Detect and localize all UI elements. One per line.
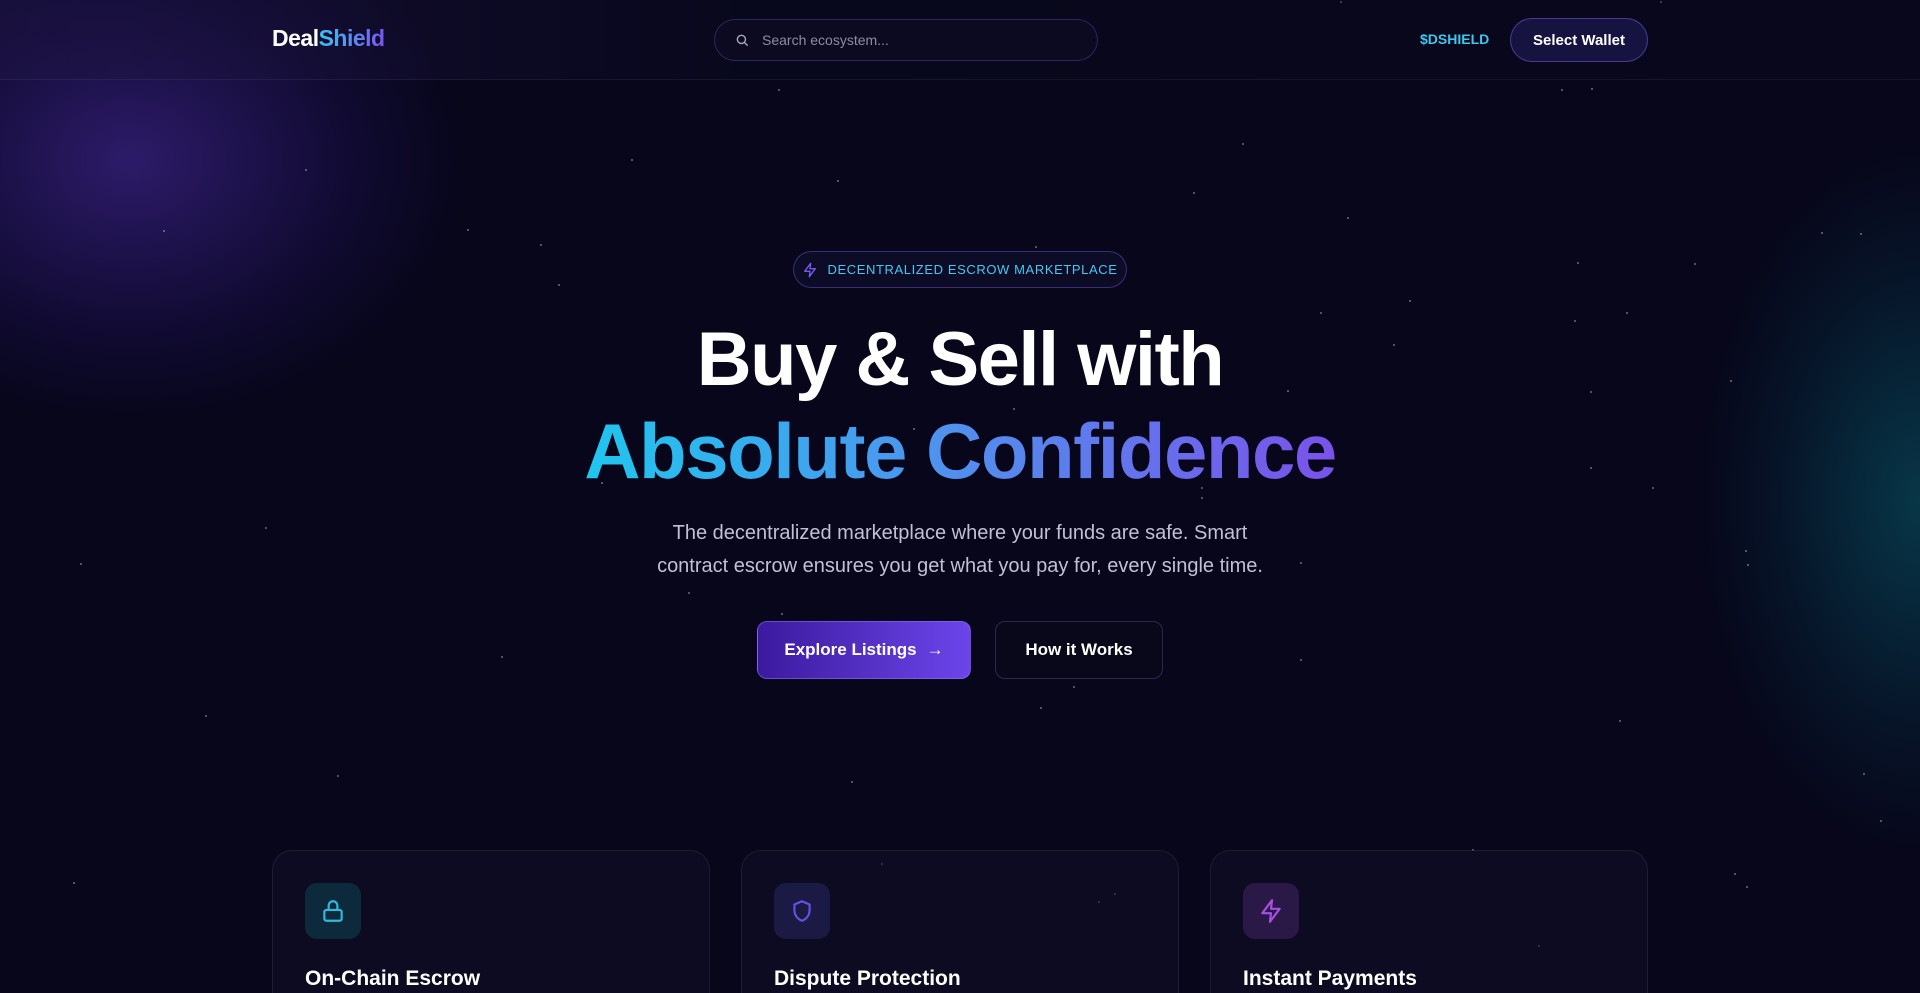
search-icon xyxy=(736,34,748,46)
star xyxy=(631,159,633,161)
star xyxy=(1821,232,1823,234)
star xyxy=(1880,820,1882,822)
star xyxy=(1745,550,1747,552)
star xyxy=(1863,773,1865,775)
how-it-works-button[interactable]: How it Works xyxy=(995,621,1163,679)
token-link[interactable]: $DSHIELD xyxy=(1420,31,1489,47)
star xyxy=(1694,263,1696,265)
explore-listings-label: Explore Listings xyxy=(784,640,917,659)
feature-card-dispute: Dispute Protection xyxy=(741,850,1179,993)
star xyxy=(73,882,75,884)
star xyxy=(558,284,560,286)
star xyxy=(1734,873,1736,875)
hero-title-line2: Absolute Confidence xyxy=(0,406,1920,497)
star xyxy=(467,229,469,231)
select-wallet-button[interactable]: Select Wallet xyxy=(1510,18,1648,62)
star xyxy=(265,527,267,529)
hero-subtitle-line2: contract escrow ensures you get what you… xyxy=(657,555,1263,577)
hero-subtitle-line1: The decentralized marketplace where your… xyxy=(672,522,1248,544)
hero-badge: DECENTRALIZED ESCROW MARKETPLACE xyxy=(793,251,1127,288)
star xyxy=(1242,143,1244,145)
star xyxy=(540,244,542,246)
star xyxy=(1193,192,1195,194)
star xyxy=(205,715,207,717)
star xyxy=(1747,564,1749,566)
feature-icon-box xyxy=(774,883,830,939)
search-bar[interactable] xyxy=(714,19,1098,61)
feature-icon-box xyxy=(305,883,361,939)
star xyxy=(851,781,853,783)
logo[interactable]: DealShield xyxy=(272,25,385,52)
star xyxy=(80,563,82,565)
star xyxy=(305,169,307,171)
star xyxy=(1409,300,1411,302)
star xyxy=(1619,720,1621,722)
star xyxy=(1591,88,1593,90)
logo-text-shield: Shield xyxy=(318,25,386,51)
star xyxy=(1577,262,1579,264)
star xyxy=(837,180,839,182)
hero-title-gradient-text: Absolute Confidence xyxy=(584,407,1337,495)
feature-card-escrow: On-Chain Escrow xyxy=(272,850,710,993)
star xyxy=(337,775,339,777)
star xyxy=(1201,497,1203,499)
star xyxy=(1746,886,1748,888)
lock-icon xyxy=(323,900,343,922)
shield-icon xyxy=(793,900,811,922)
star xyxy=(781,613,783,615)
search-input[interactable] xyxy=(762,32,1062,48)
hero-badge-label: DECENTRALIZED ESCROW MARKETPLACE xyxy=(827,262,1118,277)
star xyxy=(1073,686,1075,688)
star xyxy=(778,89,780,91)
star xyxy=(163,230,165,232)
explore-listings-button[interactable]: Explore Listings → xyxy=(757,621,971,679)
feature-card-payments: Instant Payments xyxy=(1210,850,1648,993)
feature-title: Instant Payments xyxy=(1243,967,1417,990)
feature-icon-box xyxy=(1243,883,1299,939)
lightning-icon xyxy=(804,262,817,277)
arrow-right-icon: → xyxy=(926,640,944,659)
star xyxy=(1040,707,1042,709)
star xyxy=(1347,217,1349,219)
star xyxy=(1860,233,1862,235)
star xyxy=(1561,89,1563,91)
top-navbar: DealShield $DSHIELD Select Wallet xyxy=(0,0,1920,80)
hero-subtitle: The decentralized marketplace where your… xyxy=(610,517,1310,583)
page: DealShield $DSHIELD Select Wallet DECENT… xyxy=(0,0,1920,993)
star xyxy=(501,656,503,658)
star xyxy=(1035,246,1037,248)
logo-text-deal: Deal xyxy=(272,25,319,51)
star xyxy=(688,592,690,594)
star xyxy=(1300,659,1302,661)
star xyxy=(1320,312,1322,314)
lightning-icon xyxy=(1261,899,1281,923)
feature-title: On-Chain Escrow xyxy=(305,967,481,990)
feature-title: Dispute Protection xyxy=(774,967,961,990)
star xyxy=(1626,312,1628,314)
hero-title-line1: Buy & Sell with xyxy=(696,317,1225,402)
